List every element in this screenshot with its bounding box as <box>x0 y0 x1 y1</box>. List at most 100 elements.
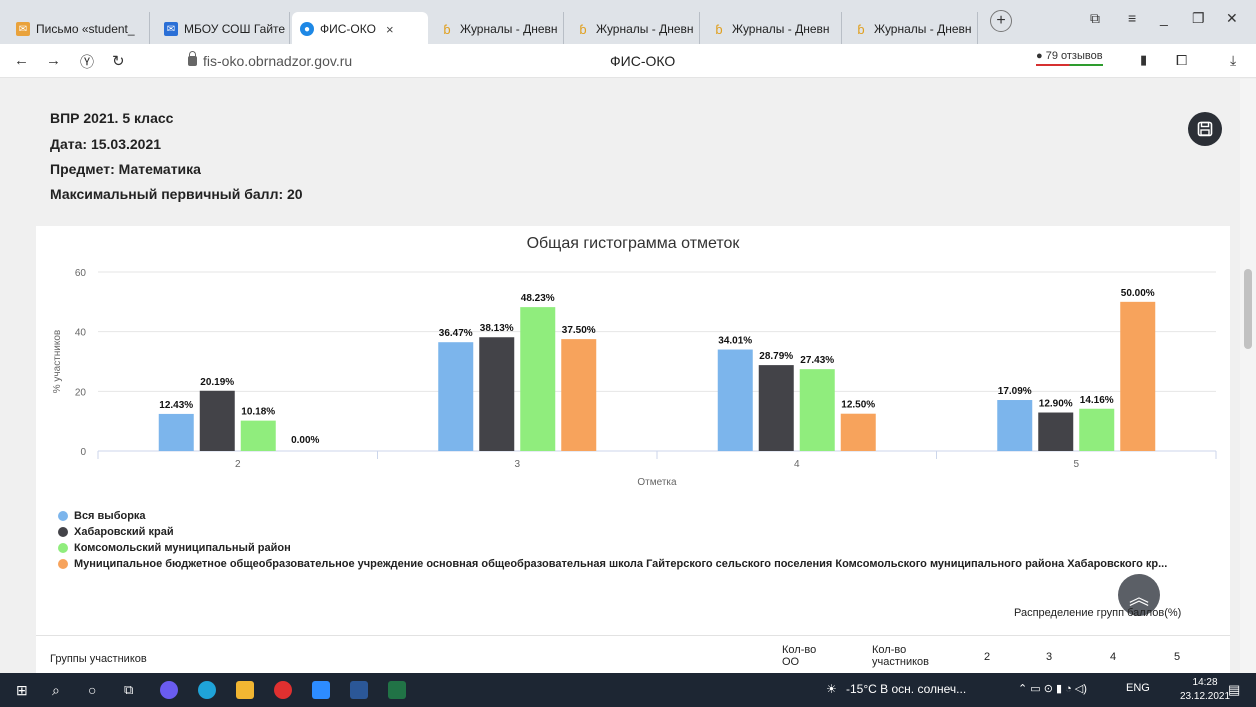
save-icon <box>1197 121 1213 137</box>
data-label: 48.23% <box>521 293 555 304</box>
weather-icon[interactable]: ☀ <box>826 682 837 696</box>
app-icon[interactable] <box>160 681 178 699</box>
tab-diary-1[interactable]: ɓ Журналы - Дневн <box>432 12 564 46</box>
data-label: 12.43% <box>159 400 193 411</box>
bar-2-5 <box>1038 412 1074 451</box>
site-icon: ● <box>300 22 314 36</box>
data-label: 14.16% <box>1080 395 1114 406</box>
cortana-icon[interactable]: ○ <box>88 682 96 698</box>
tab-label: МБОУ СОШ Гайте <box>184 22 286 36</box>
x-tick-label: 4 <box>794 459 800 470</box>
legend-item[interactable]: Хабаровский край <box>58 524 1167 540</box>
zoom-icon[interactable] <box>312 681 330 699</box>
column-groups: Группы участников <box>50 653 147 665</box>
url-field[interactable]: fis-oko.obrnadzor.gov.ru <box>188 51 352 69</box>
new-tab-button[interactable]: + <box>990 10 1012 32</box>
restore-icon[interactable]: ❐ <box>1192 10 1205 27</box>
x-tick-label: 5 <box>1073 459 1079 470</box>
tab-fis-oko[interactable]: ● ФИС-ОКО × <box>292 12 428 46</box>
windows-start-icon[interactable]: ⊞ <box>16 682 28 699</box>
address-bar: ← → Ⓨ ↻ fis-oko.obrnadzor.gov.ru ФИС-ОКО… <box>0 44 1256 78</box>
data-label: 12.50% <box>841 400 875 411</box>
double-chevron-up-icon: ︽ <box>1129 586 1149 609</box>
close-tab-icon[interactable]: × <box>386 22 394 37</box>
bar-1-4 <box>717 349 753 451</box>
tab-mail[interactable]: ✉ Письмо «student_ <box>8 12 150 46</box>
menu-icon[interactable]: ≡ <box>1128 10 1136 26</box>
browser-tab-bar: ✉ Письмо «student_ ✉ МБОУ СОШ Гайте ● ФИ… <box>0 0 1256 46</box>
notifications-icon[interactable]: ▤ <box>1228 682 1240 698</box>
extensions-icon[interactable]: ⧠ <box>1176 52 1187 69</box>
save-button[interactable] <box>1188 112 1222 146</box>
word-icon[interactable] <box>350 681 368 699</box>
forward-icon[interactable]: → <box>46 52 61 69</box>
collections-icon[interactable]: ⧉ <box>1090 10 1100 27</box>
tab-diary-3[interactable]: ɓ Журналы - Дневн <box>704 12 842 46</box>
back-icon[interactable]: ← <box>14 52 29 69</box>
tab-school[interactable]: ✉ МБОУ СОШ Гайте <box>156 12 290 46</box>
bar-1-3 <box>438 342 474 451</box>
vertical-scrollbar[interactable] <box>1240 79 1256 673</box>
task-view-icon[interactable]: ⧉ <box>124 682 133 698</box>
edge-icon[interactable] <box>198 681 216 699</box>
data-label: 34.01% <box>718 336 752 347</box>
clock[interactable]: 14:28 23.12.2021 <box>1180 676 1230 704</box>
chart-title: Общая гистограмма отметок <box>526 235 740 252</box>
close-window-icon[interactable]: ✕ <box>1226 10 1238 27</box>
legend-item[interactable]: Комсомольский муниципальный район <box>58 540 1167 556</box>
yandex-browser-icon[interactable] <box>274 681 292 699</box>
bar-3-3 <box>520 307 556 451</box>
data-label: 28.79% <box>759 351 793 362</box>
bar-4-3 <box>561 339 597 451</box>
download-icon[interactable]: ⤓ <box>1230 52 1236 69</box>
y-tick-label: 40 <box>75 328 87 339</box>
report-title: ВПР 2021. 5 класс <box>50 110 174 126</box>
clock-time: 14:28 <box>1192 677 1218 688</box>
yandex-icon[interactable]: Ⓨ <box>80 52 94 72</box>
bar-4-4 <box>840 413 876 451</box>
legend-item[interactable]: Муниципальное бюджетное общеобразователь… <box>58 556 1167 572</box>
data-label: 0.00% <box>291 435 319 446</box>
x-tick-label: 2 <box>235 459 241 470</box>
distribution-label: Распределение групп баллов(%) <box>1014 607 1182 619</box>
tray-icons[interactable]: ⌃ ▭ ⊙ ▮ ◔ ◁) <box>1018 682 1087 695</box>
bar-1-2 <box>158 413 194 451</box>
tab-diary-2[interactable]: ɓ Журналы - Дневн <box>568 12 700 46</box>
data-label: 50.00% <box>1121 288 1155 299</box>
excel-icon[interactable] <box>388 681 406 699</box>
legend-dot <box>58 511 68 521</box>
diary-icon: ɓ <box>579 21 587 37</box>
data-label: 10.18% <box>241 407 275 418</box>
weather-text[interactable]: -15°C В осн. солнеч... <box>846 682 966 696</box>
bar-2-3 <box>479 337 515 451</box>
diary-icon: ɓ <box>443 21 451 37</box>
search-icon[interactable]: ⌕ <box>52 682 60 699</box>
bar-3-2 <box>240 420 276 451</box>
folder-icon[interactable] <box>236 681 254 699</box>
windows-taskbar: ⊞ ⌕ ○ ⧉ ☀ -15°C В осн. солнеч... ⌃ ▭ ⊙ ▮… <box>0 673 1256 707</box>
bar-3-5 <box>1079 408 1115 451</box>
data-label: 20.19% <box>200 377 234 388</box>
tab-diary-4[interactable]: ɓ Журналы - Дневн <box>846 12 978 46</box>
data-label: 27.43% <box>800 355 834 366</box>
reviews-badge[interactable]: ● 79 отзывов <box>1036 50 1103 66</box>
column-grade: 2 <box>984 651 991 663</box>
mail-icon: ✉ <box>164 22 178 36</box>
reload-icon[interactable]: ↻ <box>112 52 125 70</box>
report-max-score: Максимальный первичный балл: 20 <box>50 186 303 202</box>
legend-dot <box>58 527 68 537</box>
legend-label: Муниципальное бюджетное общеобразователь… <box>74 558 1168 570</box>
reviews-text: 79 отзывов <box>1045 50 1103 62</box>
page-title: ФИС-ОКО <box>610 53 676 69</box>
bar-1-5 <box>997 400 1033 451</box>
lock-icon <box>188 51 197 66</box>
scrollbar-thumb[interactable] <box>1244 269 1252 349</box>
y-tick-label: 60 <box>75 268 87 279</box>
bookmark-icon[interactable]: ▮ <box>1140 52 1147 68</box>
minimize-icon[interactable]: _ <box>1160 10 1168 26</box>
language-indicator[interactable]: ENG <box>1126 682 1150 694</box>
legend-item[interactable]: Вся выборка <box>58 508 1167 524</box>
legend-label: Хабаровский край <box>74 526 174 538</box>
tab-label: Журналы - Дневн <box>732 22 830 36</box>
y-tick-label: 20 <box>75 387 87 398</box>
